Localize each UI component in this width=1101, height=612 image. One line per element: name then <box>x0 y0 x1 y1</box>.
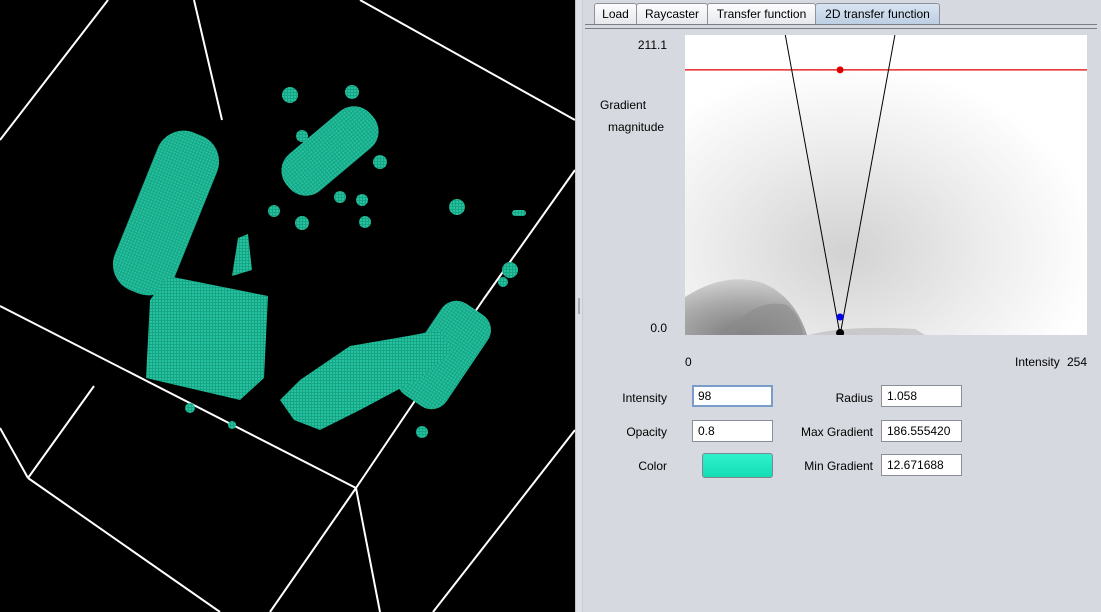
x-max-label: 254 <box>1067 355 1088 369</box>
opacity-field[interactable] <box>692 420 773 442</box>
tab-raycaster[interactable]: Raycaster <box>636 3 708 24</box>
radius-handle[interactable] <box>836 313 844 321</box>
tab-content-border <box>585 24 1097 29</box>
y-max-label: 211.1 <box>637 38 667 52</box>
volume-render-canvas[interactable] <box>0 0 575 612</box>
max-gradient-handle[interactable] <box>836 66 844 74</box>
y-min-label: 0.0 <box>650 321 667 335</box>
x-axis-label: Intensity <box>1015 355 1060 369</box>
color-label: Color <box>638 459 667 473</box>
radius-field[interactable] <box>881 385 962 407</box>
divider-grip[interactable] <box>578 298 580 314</box>
radius-label: Radius <box>835 391 873 405</box>
histogram-density <box>685 35 1087 335</box>
min-gradient-field[interactable] <box>881 454 962 476</box>
max-gradient-label: Max Gradient <box>800 425 873 439</box>
intensity-label: Intensity <box>622 391 667 405</box>
y-axis-label-line1: Gradient <box>600 98 647 112</box>
settings-panel: Load Raycaster Transfer function 2D tran… <box>583 0 1101 612</box>
tab-transfer-function[interactable]: Transfer function <box>707 3 816 24</box>
intensity-field[interactable] <box>692 385 773 407</box>
tab-load[interactable]: Load <box>594 3 637 24</box>
max-gradient-field[interactable] <box>881 420 962 442</box>
y-axis-label-line2: magnitude <box>608 120 665 134</box>
split-pane-divider[interactable] <box>575 0 583 612</box>
volume-render-viewport[interactable] <box>0 0 575 612</box>
x-min-label: 0 <box>685 355 692 369</box>
opacity-label: Opacity <box>626 425 667 439</box>
2d-histogram-plot[interactable] <box>685 35 1087 335</box>
min-gradient-label: Min Gradient <box>804 459 873 473</box>
